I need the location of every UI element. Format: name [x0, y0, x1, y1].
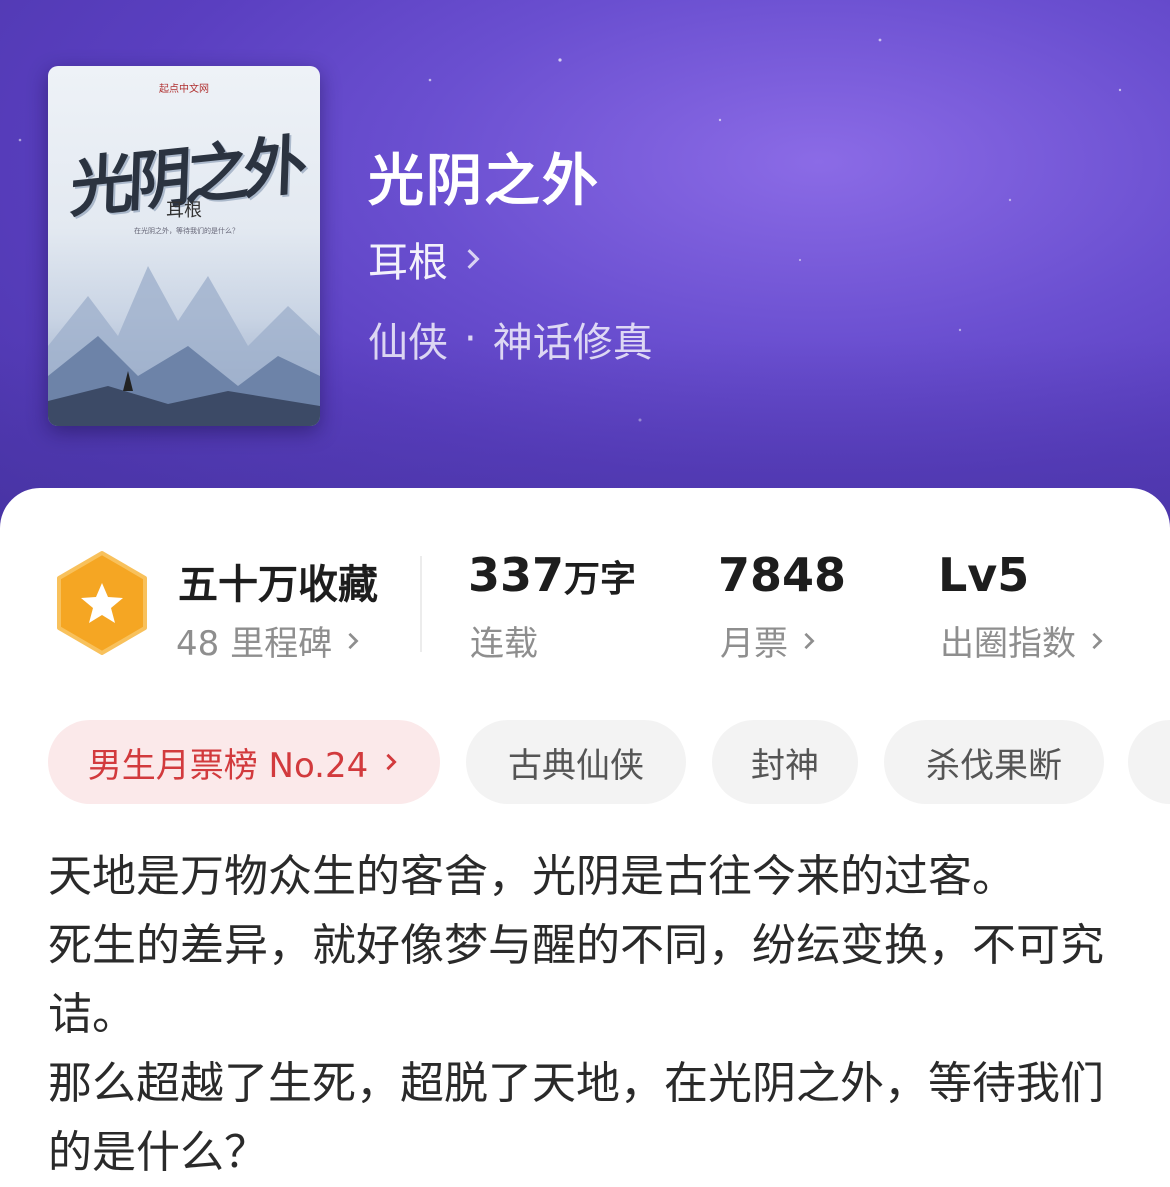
collection-count: 五十万收藏: [178, 562, 378, 608]
popularity-index-link[interactable]: 出圈指数: [940, 616, 1106, 665]
genre-row: 仙侠 · 神话修真: [368, 310, 653, 368]
tag-item[interactable]: 杀伐果断: [884, 720, 1104, 804]
cover-publisher: 起点中文网: [159, 84, 209, 95]
cover-author: 耳根: [166, 200, 202, 221]
author-link[interactable]: 耳根: [368, 230, 484, 288]
word-count-value: 337: [468, 548, 565, 602]
popularity-level: Lv5: [938, 548, 1030, 602]
description-paragraph: 死生的差异，就好像梦与醒的不同，纷纭变换，不可究诘。: [48, 920, 1104, 1040]
monthly-tickets-count: 7848: [718, 548, 847, 602]
popularity-index-label: 出圈指数: [940, 624, 1076, 664]
genre-secondary[interactable]: 神话修真: [493, 310, 653, 368]
milestone-link[interactable]: 48 里程碑: [176, 616, 362, 665]
serial-status-label: 连载: [470, 624, 538, 664]
star-badge-icon[interactable]: [54, 550, 150, 656]
description-paragraph: 那么超越了生死，超脱了天地，在光阴之外，等待我们的是什么？: [48, 1058, 1104, 1178]
serial-status: 连载: [470, 616, 538, 665]
chevron-right-icon: [1092, 632, 1103, 649]
description-paragraph: 天地是万物众生的客舍，光阴是古往今来的过客。: [48, 851, 1016, 902]
milestone-label: 48 里程碑: [176, 624, 333, 664]
word-count: 337万字: [468, 548, 636, 602]
book-description[interactable]: 天地是万物众生的客舍，光阴是古往今来的过客。 死生的差异，就好像梦与醒的不同，纷…: [48, 842, 1128, 1187]
tag-item[interactable]: 古典仙侠: [466, 720, 686, 804]
genre-primary[interactable]: 仙侠: [368, 310, 448, 368]
cover-mountains-illustration: [48, 266, 320, 426]
chevron-right-icon: [386, 753, 397, 771]
chevron-right-icon: [348, 632, 359, 649]
rank-tag[interactable]: 男生月票榜 No.24: [48, 720, 440, 804]
genre-separator: ·: [464, 316, 477, 362]
book-header: 起点中文网 光阴之外 耳根 在光阴之外，等待我们的是什么？ 光阴之外 耳根 仙侠…: [0, 0, 1170, 540]
word-count-unit: 万字: [564, 559, 637, 600]
book-cover[interactable]: 起点中文网 光阴之外 耳根 在光阴之外，等待我们的是什么？: [48, 66, 320, 426]
monthly-tickets-label: 月票: [720, 624, 788, 664]
rank-tag-label: 男生月票榜 No.24: [87, 745, 369, 786]
chevron-right-icon: [804, 632, 815, 649]
chevron-right-icon: [467, 249, 480, 269]
author-name: 耳根: [368, 240, 448, 286]
book-title: 光阴之外: [368, 149, 600, 214]
tag-item[interactable]: 封神: [712, 720, 858, 804]
stats-divider: [420, 556, 422, 652]
monthly-tickets-link[interactable]: 月票: [720, 616, 818, 665]
